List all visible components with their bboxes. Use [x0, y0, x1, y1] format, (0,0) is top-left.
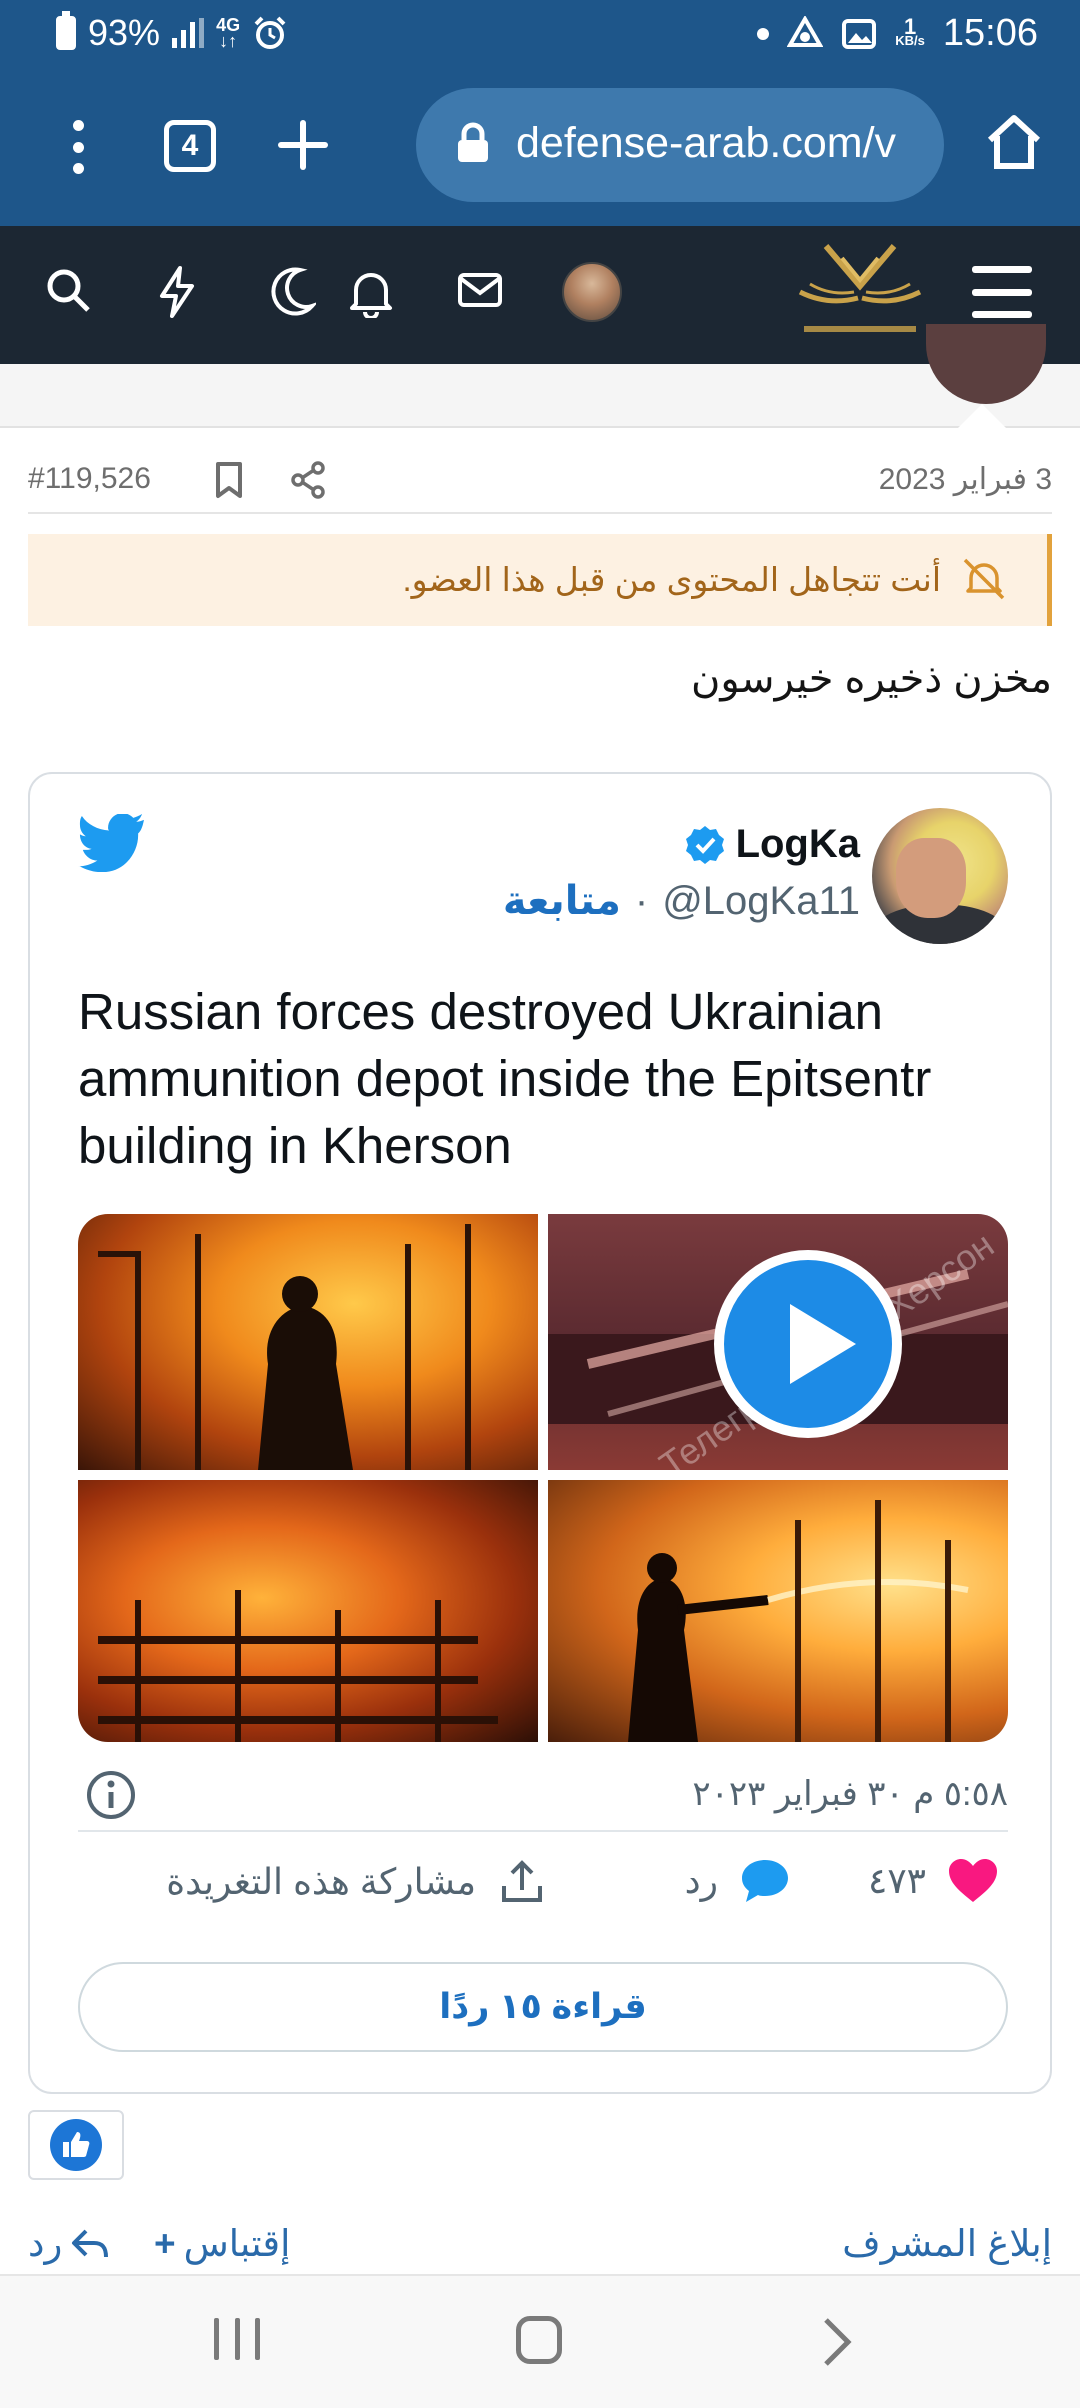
- post-date[interactable]: 3 فبراير 2023: [879, 462, 1052, 497]
- network-type: 4G ↓↑: [216, 15, 241, 51]
- reply-bubble-icon: [742, 1860, 788, 1902]
- reply-arrow-icon: [72, 2229, 109, 2257]
- recent-apps-icon[interactable]: [214, 2318, 260, 2364]
- avatar[interactable]: [562, 262, 622, 322]
- status-bar: 93% 4G ↓↑ 1 KB/s 15:06: [0, 0, 1080, 74]
- moon-icon[interactable]: [270, 266, 316, 316]
- home-icon[interactable]: [984, 112, 1044, 172]
- vpn-icon: [787, 15, 824, 47]
- address-bar[interactable]: defense-arab.com/v: [416, 88, 944, 202]
- status-left: 93% 4G ↓↑: [56, 11, 288, 54]
- reply-link-label: رد: [28, 2223, 63, 2264]
- tweet-handle[interactable]: @LogKa11: [662, 879, 860, 924]
- post-pointer: [956, 404, 1008, 430]
- home-nav-icon[interactable]: [516, 2316, 562, 2364]
- ignored-notice-text: أنت تتجاهل المحتوى من قبل هذا العضو.: [402, 561, 942, 598]
- clock: 15:06: [942, 12, 1038, 54]
- share-tweet-action[interactable]: مشاركة هذه التغريدة: [166, 1858, 546, 1906]
- tweet-media-grid[interactable]: Телеграм канал Херсон: [78, 1214, 1008, 1742]
- lock-icon: [458, 122, 488, 162]
- tab-switcher-icon[interactable]: 4: [164, 120, 216, 172]
- url-text: defense-arab.com/v: [516, 119, 897, 167]
- back-nav-icon[interactable]: [818, 2316, 858, 2368]
- battery-level: 93%: [88, 12, 161, 53]
- status-right: 1 KB/s 15:06: [757, 12, 1038, 55]
- info-icon[interactable]: [84, 1768, 138, 1822]
- like-action[interactable]: ٤٧٣: [868, 1858, 998, 1904]
- embedded-tweet[interactable]: LogKa متابعة · @LogKa11 Russian forces d…: [28, 772, 1052, 2094]
- like-reaction-button[interactable]: [28, 2110, 124, 2180]
- tweet-author-name-row[interactable]: LogKa: [684, 822, 860, 867]
- bookmark-icon[interactable]: [214, 460, 244, 500]
- reply-link[interactable]: رد: [28, 2222, 110, 2265]
- net-speed: 1 KB/s: [895, 13, 925, 48]
- post-number[interactable]: #119,526: [28, 462, 151, 496]
- new-tab-icon[interactable]: [276, 118, 330, 172]
- system-nav-bar: [0, 2274, 1080, 2408]
- report-link[interactable]: إبلاغ المشرف: [842, 2222, 1052, 2265]
- thumbs-up-icon: [50, 2119, 102, 2171]
- like-count: ٤٧٣: [867, 1860, 926, 1901]
- site-logo[interactable]: [780, 240, 940, 352]
- browser-toolbar: 4 defense-arab.com/v: [0, 74, 1080, 226]
- plus-icon: +: [154, 2222, 176, 2264]
- share-icon[interactable]: [290, 460, 326, 500]
- share-tweet-label: مشاركة هذه التغريدة: [166, 1861, 476, 1902]
- alarm-icon: [254, 16, 286, 49]
- tweet-actions: ٤٧٣ رد مشاركة هذه التغريدة: [78, 1844, 1008, 1924]
- tweet-info-row: ٥:٥٨ م ٣٠ فبراير ٢٠٢٣: [78, 1764, 1008, 1832]
- read-replies-button[interactable]: قراءة ١٥ ردًا: [78, 1962, 1008, 2052]
- tweet-timestamp[interactable]: ٥:٥٨ م ٣٠ فبراير ٢٠٢٣: [692, 1774, 1008, 1814]
- share-upload-icon: [502, 1860, 542, 1902]
- follow-link[interactable]: متابعة: [503, 878, 621, 924]
- tweet-author-avatar[interactable]: [872, 808, 1008, 944]
- battery-icon: [56, 11, 76, 50]
- media-image-4[interactable]: [548, 1480, 1008, 1742]
- lightning-icon[interactable]: [154, 266, 200, 318]
- tweet-handle-row: متابعة · @LogKa11: [503, 878, 860, 924]
- verified-badge-icon: [685, 825, 724, 864]
- mail-icon[interactable]: [456, 266, 504, 314]
- search-icon[interactable]: [44, 266, 92, 314]
- dot-icon: [757, 27, 770, 40]
- media-image-1[interactable]: [78, 1214, 538, 1470]
- previous-post-avatar: [926, 324, 1046, 404]
- tweet-text: Russian forces destroyed Ukrainian ammun…: [78, 983, 932, 1174]
- quote-link[interactable]: + إقتباس: [154, 2222, 290, 2265]
- reply-label: رد: [684, 1860, 718, 1901]
- previous-post-strip: [0, 324, 1080, 428]
- mute-icon: [963, 558, 1005, 600]
- handle-separator: ·: [634, 878, 649, 923]
- gallery-icon: [842, 18, 877, 49]
- post-footer-actions: رد + إقتباس إبلاغ المشرف: [28, 2222, 1052, 2274]
- play-icon[interactable]: [714, 1250, 902, 1438]
- reply-action[interactable]: رد: [685, 1858, 790, 1904]
- heart-icon: [949, 1859, 997, 1902]
- signal-icon: [172, 18, 205, 48]
- media-image-3[interactable]: [78, 1480, 538, 1742]
- twitter-bird-icon[interactable]: [78, 814, 146, 872]
- post-meta-row: #119,526 3 فبراير 2023: [28, 450, 1052, 514]
- bell-icon[interactable]: [348, 266, 394, 318]
- ignored-content-notice[interactable]: أنت تتجاهل المحتوى من قبل هذا العضو.: [28, 534, 1052, 626]
- menu-dots-icon[interactable]: [62, 120, 94, 174]
- tweet-author-name: LogKa: [735, 822, 860, 866]
- post-body-text: مخزن ذخيره خيرسون: [691, 657, 1052, 701]
- hamburger-icon[interactable]: [972, 266, 1032, 318]
- site-header: [0, 226, 1080, 364]
- quote-link-label: إقتباس: [183, 2223, 291, 2264]
